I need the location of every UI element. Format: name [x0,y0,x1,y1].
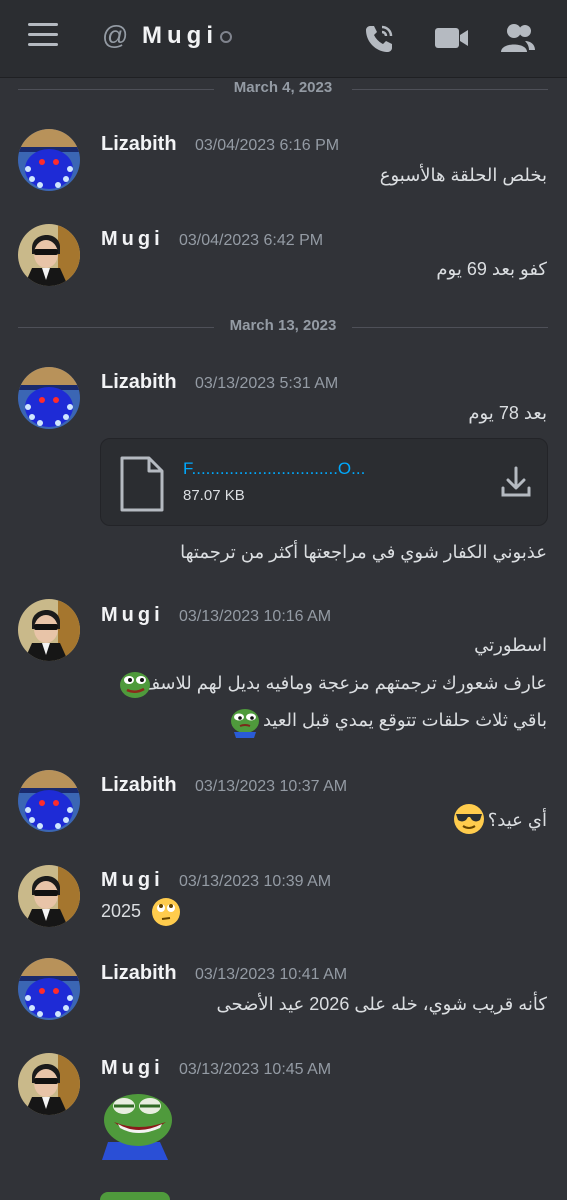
members-icon[interactable] [498,18,538,58]
avatar-lizabith[interactable] [18,958,80,1020]
file-attachment[interactable]: F...............................O... 87.… [100,438,548,526]
message-author[interactable]: Lizabith [101,962,177,985]
avatar-lizabith[interactable] [18,770,80,832]
at-icon: @ [102,20,129,50]
pepe-emoji-icon [118,668,152,705]
avatar-lizabith[interactable] [18,367,80,429]
message-timestamp: 03/13/2023 10:37 AM [195,778,348,795]
avatar-lizabith[interactable] [18,129,80,191]
message-text: باقي ثلاث حلقات تتوقع يمدي قبل العيد [262,710,547,730]
message-text: عذبوني الكفار شوي في مراجعتها أكثر من تر… [180,542,547,562]
next-sticker-partial [100,1192,170,1200]
message-text: كأنه قريب شوي، خله على 2026 عيد الأضحى [216,994,547,1014]
date-divider: March 4, 2023 [18,79,548,99]
avatar-mugi[interactable] [18,865,80,927]
message-timestamp: 03/13/2023 10:16 AM [179,608,332,625]
hamburger-menu-icon[interactable] [28,23,60,47]
avatar-mugi[interactable] [18,224,80,286]
message-timestamp: 03/13/2023 10:39 AM [179,873,332,890]
message-timestamp: 03/04/2023 6:16 PM [195,137,340,154]
date-divider: March 13, 2023 [18,317,548,337]
file-icon [119,455,165,518]
message-author[interactable]: Lizabith [101,371,177,394]
message-author[interactable]: Lizabith [101,133,177,156]
status-offline-icon [220,31,232,43]
message-text: بخلص الحلقة هالأسبوع [379,165,547,185]
avatar-mugi[interactable] [18,599,80,661]
message-author[interactable]: Mugi [101,604,164,627]
message-text: 2025 [101,901,142,921]
pepe-grin-sticker-icon [100,1086,178,1165]
message-timestamp: 03/13/2023 5:31 AM [195,375,339,392]
message-author[interactable]: Lizabith [101,774,177,797]
date-divider-label: March 4, 2023 [221,79,345,96]
file-size: 87.07 KB [183,487,245,504]
avatar-mugi[interactable] [18,1053,80,1115]
download-icon[interactable] [499,465,533,504]
message-text: اسطورتي [474,635,547,655]
phone-call-icon[interactable] [360,18,400,58]
message-text: بعد 78 يوم [468,403,547,423]
pepe-sad-emoji-icon [228,706,262,743]
video-camera-icon[interactable] [432,18,472,58]
message-author[interactable]: Mugi [101,1057,164,1080]
message-text: كفو بعد 69 يوم [436,259,547,279]
file-name-link[interactable]: F...............................O... [183,459,365,479]
message-timestamp: 03/04/2023 6:42 PM [179,232,324,249]
message-author[interactable]: Mugi [101,228,164,251]
message-timestamp: 03/13/2023 10:41 AM [195,966,348,983]
channel-header: @ Mugi [0,0,567,78]
message-text: عارف شعورك ترجمتهم مزعجة ومافيه بديل لهم… [141,673,547,693]
channel-name[interactable]: Mugi [142,22,218,50]
sunglasses-emoji-icon [452,802,486,841]
message-timestamp: 03/13/2023 10:45 AM [179,1061,332,1078]
date-divider-label: March 13, 2023 [217,317,349,334]
eye-roll-emoji-icon [150,896,182,933]
message-author[interactable]: Mugi [101,869,164,892]
message-text: أي عيد؟ [487,810,547,830]
